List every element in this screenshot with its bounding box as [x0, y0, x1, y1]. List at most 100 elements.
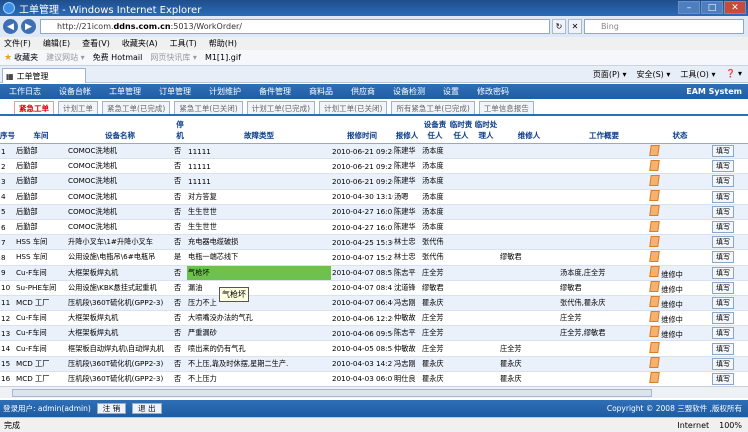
- table-row[interactable]: 13 Cu-F车间 大框架板焊丸机否严重漏砂 2010-04-06 09:56 陈志平庄…: [0, 325, 748, 342]
- col-reporter: 报修人: [393, 119, 421, 144]
- cell-temp-owner: [449, 249, 473, 266]
- nav-suppliers[interactable]: 供应商: [342, 86, 384, 97]
- nav-orders[interactable]: 订单管理: [150, 86, 200, 97]
- cell-action: 填写: [711, 295, 748, 312]
- nav-equipment[interactable]: 设备台帐: [50, 86, 100, 97]
- horizontal-scrollbar[interactable]: [0, 386, 748, 398]
- tab-planned-closed[interactable]: 计划工单(已关闭): [319, 101, 388, 114]
- cell-temp-owner: [449, 295, 473, 312]
- cell-fault-type: 不上压力: [187, 371, 331, 385]
- fill-button[interactable]: 填写: [712, 236, 734, 249]
- fill-button[interactable]: 填写: [712, 205, 734, 218]
- tab-all-urgent-done[interactable]: 所有紧急工单(已完成): [391, 101, 475, 114]
- menu-file[interactable]: 文件(F): [4, 38, 31, 49]
- table-row[interactable]: 11 MCD 工厂 压机段\360T硫化机(GPP2-3) 否压力不上 2010-04-…: [0, 295, 748, 312]
- minimize-button[interactable]: –: [678, 1, 700, 14]
- tab-planned-done[interactable]: 计划工单(已完成): [246, 101, 316, 114]
- nav-inspection[interactable]: 设备检测: [384, 86, 434, 97]
- exit-button[interactable]: 退 出: [132, 403, 162, 414]
- close-button[interactable]: ✕: [724, 1, 746, 14]
- stop-icon[interactable]: ✕: [568, 19, 582, 34]
- address-input[interactable]: http://21icom. ddns.com.cn:5013/WorkOrder…: [40, 19, 550, 34]
- table-row[interactable]: 15 MCD 工厂 压机段\360T硫化机(GPP2-3) 否不上压,靠及时休摆,星期…: [0, 356, 748, 372]
- fill-button[interactable]: 填写: [712, 357, 734, 370]
- fill-button[interactable]: 填写: [712, 160, 734, 173]
- menu-edit[interactable]: 编辑(E): [43, 38, 70, 49]
- table-row[interactable]: 4 后勤部 COMOC洗地机否对方答复 2010-04-30 13:10 汤嗯 汤本度 填…: [0, 189, 748, 205]
- ie-tab[interactable]: ▦ 工单管理: [2, 68, 86, 83]
- cell-downtime: 否: [173, 204, 187, 220]
- fav-web-slice[interactable]: 网页快讯库 ▾: [150, 52, 197, 63]
- cell-equipment: 大框架板焊丸机: [67, 265, 173, 281]
- tab-report[interactable]: 工单信息报告: [478, 101, 534, 114]
- table-row[interactable]: 16 MCD 工厂 压机段\360T硫化机(GPP2-3) 否不上压力 2010-04-…: [0, 371, 748, 385]
- nav-settings[interactable]: 设置: [434, 86, 468, 97]
- nav-planned-maint[interactable]: 计划维护: [200, 86, 250, 97]
- cell-temp-owner: [449, 356, 473, 372]
- fav-suggested-sites[interactable]: 建议网站 ▾: [46, 52, 85, 63]
- col-fault-type: 故障类型: [187, 119, 331, 144]
- zoom-label[interactable]: 100%: [719, 421, 742, 430]
- tab-urgent-done[interactable]: 紧急工单(已完成): [102, 101, 171, 114]
- fill-button[interactable]: 填写: [712, 221, 734, 234]
- nav-change-password[interactable]: 修改密码: [468, 86, 518, 97]
- tab-urgent-closed[interactable]: 紧急工单(已关闭): [174, 101, 243, 114]
- cell-summary: [559, 234, 649, 251]
- tools-menu[interactable]: 工具(O) ▾: [680, 69, 715, 80]
- refresh-icon[interactable]: ↻: [552, 19, 566, 34]
- fill-button[interactable]: 填写: [712, 296, 734, 309]
- fill-button[interactable]: 填写: [712, 190, 734, 203]
- fill-button[interactable]: 填写: [712, 281, 734, 294]
- back-icon[interactable]: ◀: [3, 19, 18, 34]
- fill-button[interactable]: 填写: [712, 342, 734, 355]
- cell-downtime: 否: [173, 356, 187, 372]
- fill-button[interactable]: 填写: [712, 251, 734, 264]
- page-menu[interactable]: 页面(P) ▾: [593, 69, 627, 80]
- menu-help[interactable]: 帮助(H): [209, 38, 237, 49]
- menu-tools[interactable]: 工具(T): [170, 38, 197, 49]
- table-row[interactable]: 5 后勤部 COMOC洗地机否生生世世 2010-04-27 16:03 陈建华 汤本度 …: [0, 204, 748, 220]
- menu-view[interactable]: 查看(V): [82, 38, 110, 49]
- fill-button[interactable]: 填写: [712, 372, 734, 385]
- fill-button[interactable]: 填写: [712, 266, 734, 279]
- help-menu[interactable]: ❓ ▾: [725, 69, 742, 80]
- cell-no: 3: [0, 173, 15, 190]
- logout-button[interactable]: 注 销: [96, 403, 127, 414]
- forward-icon[interactable]: ▶: [21, 19, 36, 34]
- table-row[interactable]: 8 HSS 车间 公用设施\电瓶吊\6#电瓶吊是电瓶一端芯线下 2010-04-07 …: [0, 249, 748, 266]
- table-row[interactable]: 12 Cu-F车间 大框架板焊丸机否大喷嘴没办法的气孔 2010-04-06 12:2…: [0, 310, 748, 327]
- table-row[interactable]: 7 HSS 车间 升降小叉车\1#升降小叉车否充电器电缆破损 2010-04-25 1…: [0, 234, 748, 251]
- table-row[interactable]: 14 Cu-F车间 框架板自动焊丸机\自动焊丸机否喷出来的仍有气孔 2010-04-0…: [0, 340, 748, 357]
- nav-work-orders[interactable]: 工单管理: [100, 86, 150, 97]
- fill-button[interactable]: 填写: [712, 312, 734, 325]
- cell-downtime: 否: [173, 189, 187, 205]
- fav-gif[interactable]: M1[1].gif: [205, 53, 241, 62]
- fill-button[interactable]: 填写: [712, 175, 734, 188]
- tab-urgent[interactable]: 紧急工单: [14, 101, 54, 114]
- cell-fault-type: 大喷嘴没办法的气孔: [187, 310, 331, 327]
- favorites-button[interactable]: ★ 收藏夹: [4, 52, 38, 63]
- table-row[interactable]: 10 Su-PHE车间 公用设施\KBK悬挂式起重机否漏油 2010-04-07 08…: [0, 280, 748, 296]
- maximize-button[interactable]: □: [701, 1, 723, 14]
- search-input[interactable]: Bing: [584, 19, 744, 34]
- table-row[interactable]: 3 后勤部 COMOC洗地机否 11111 2010-06-21 09:26 陈建华 汤本度…: [0, 173, 748, 190]
- nav-materials[interactable]: 商料品: [300, 86, 342, 97]
- scroll-thumb[interactable]: [12, 389, 652, 397]
- table-row[interactable]: 2 后勤部 COMOC洗地机否 11111 2010-06-21 09:27 陈建华 汤本度…: [0, 158, 748, 175]
- fill-button[interactable]: 填写: [712, 327, 734, 340]
- fill-button[interactable]: 填写: [712, 145, 734, 158]
- fav-hotmail[interactable]: 免费 Hotmail: [93, 52, 143, 63]
- cell-reporter: 明仕良: [393, 371, 421, 385]
- nav-spare-parts[interactable]: 备件管理: [250, 86, 300, 97]
- menu-favorites[interactable]: 收藏夹(A): [122, 38, 158, 49]
- nav-work-log[interactable]: 工作日志: [0, 86, 50, 97]
- tab-planned[interactable]: 计划工单: [58, 101, 98, 114]
- table-row[interactable]: 6 后勤部 COMOC洗地机否生生世世 2010-04-27 16:02 陈建华 汤本度 …: [0, 219, 748, 236]
- cell-owner: 张代伟: [421, 249, 449, 266]
- safety-menu[interactable]: 安全(S) ▾: [636, 69, 670, 80]
- cell-no: 15: [0, 356, 15, 372]
- table-row[interactable]: 9 Cu-F车间 大框架板焊丸机否气枪坏 2010-04-07 08:53 陈志平 庄全芳…: [0, 265, 748, 281]
- table-row[interactable]: 1 后勤部 COMOC洗地机否 11111 2010-06-21 09:28 陈建华 汤本度…: [0, 143, 748, 160]
- cell-owner: 汤本度: [421, 219, 449, 236]
- cell-equipment: COMOC洗地机: [67, 189, 173, 205]
